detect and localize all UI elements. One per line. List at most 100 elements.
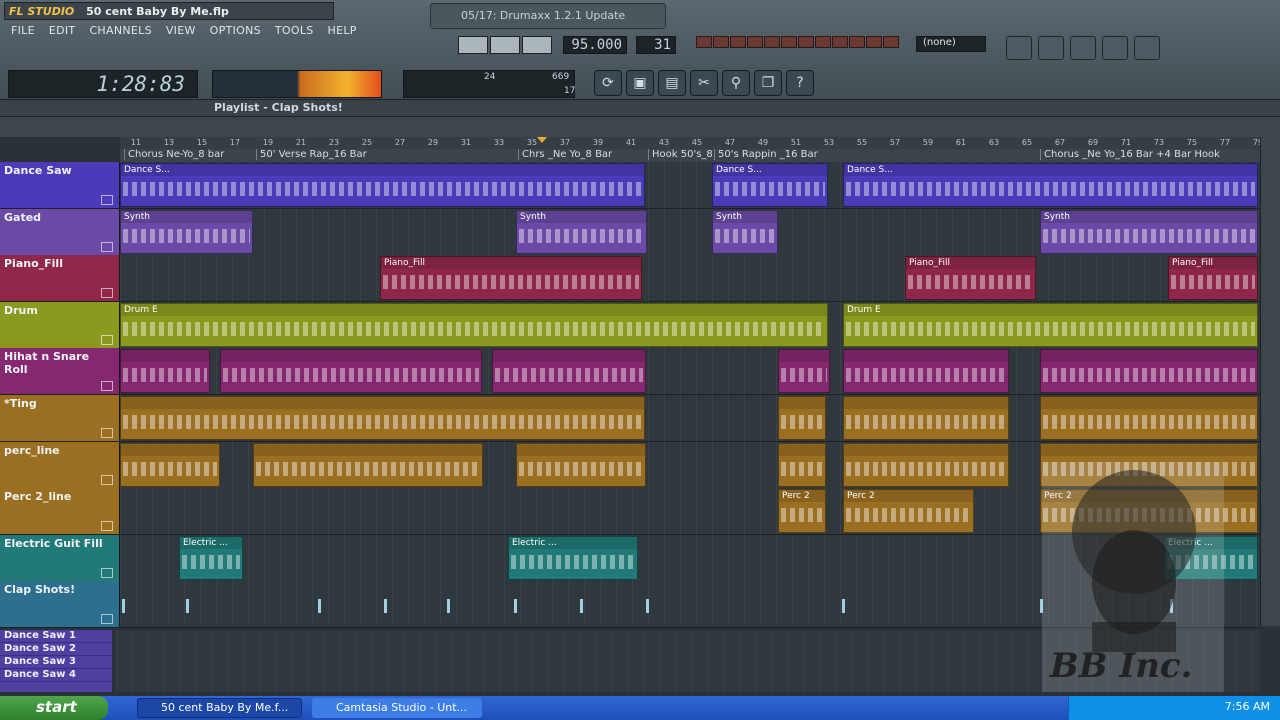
option-button[interactable] [730,36,746,48]
pattern-clip[interactable] [843,349,1009,394]
pattern-clip[interactable]: Synth [1040,209,1258,254]
pause-button[interactable] [458,36,488,54]
pattern-clip[interactable]: Dance S... [120,163,645,207]
track-name[interactable]: Dance Saw [0,162,120,208]
menu-channels[interactable]: CHANNELS [82,22,158,40]
pattern-clip[interactable]: Piano_Fill [1168,256,1258,301]
option-button[interactable] [849,36,865,48]
pattern-clip[interactable] [120,396,645,440]
pattern-clip[interactable]: Piano_Fill [905,256,1036,301]
clap-hit[interactable] [122,599,125,614]
pattern-clip[interactable]: Electric ... [179,535,243,580]
option-button[interactable] [815,36,831,48]
channel-name[interactable]: Dance Saw 2 [0,643,112,656]
record-button[interactable] [522,36,552,54]
copy-icon[interactable]: ❐ [754,70,782,96]
pattern-clip[interactable] [253,442,483,487]
print-icon[interactable]: ▤ [658,70,686,96]
pattern-clip[interactable]: Perc 2 [843,489,974,534]
pattern-clip[interactable] [843,442,1009,487]
snap-selector[interactable]: (none) [916,36,986,52]
mixer-route-icon[interactable] [101,381,113,392]
menu-tools[interactable]: TOOLS [268,22,321,40]
mixer-route-icon[interactable] [101,195,113,205]
refresh-icon[interactable]: ⟳ [594,70,622,96]
pattern-clip[interactable]: Dance S... [712,163,828,207]
menu-options[interactable]: OPTIONS [203,22,268,40]
start-button[interactable]: start [0,696,108,720]
taskbar-item-flstudio[interactable]: 50 cent Baby By Me.f... [137,698,302,718]
section-marker[interactable]: Chorus Ne-Yo_8 bar [124,149,224,160]
clap-hit[interactable] [580,599,583,614]
pattern-clip[interactable]: Drum E [843,302,1258,347]
track-name[interactable]: Drum [0,301,120,348]
track-grid[interactable]: Synth Synth Synth Synth [120,208,1260,255]
pattern-clip[interactable]: Synth [712,209,778,254]
pattern-clip[interactable] [120,442,220,487]
pattern-clip[interactable] [1040,396,1258,440]
pattern-clip[interactable] [843,396,1009,440]
mixer-route-icon[interactable] [101,614,113,625]
pattern-clip[interactable]: Synth [120,209,253,254]
track-name[interactable]: Clap Shots! [0,581,120,628]
clap-hit[interactable] [384,599,387,614]
clap-hit[interactable] [447,599,450,614]
clap-hit[interactable] [186,599,189,614]
stop-button[interactable] [490,36,520,54]
taskbar-item-camtasia[interactable]: Camtasia Studio - Unt... [312,698,482,718]
pattern-clip[interactable] [492,349,646,394]
menu-view[interactable]: VIEW [159,22,203,40]
section-marker[interactable]: Chorus _Ne Yo_16 Bar +4 Bar Hook [1040,149,1220,160]
option-button[interactable] [747,36,763,48]
search-icon[interactable]: ⚲ [722,70,750,96]
option-button[interactable] [883,36,899,48]
channel-name[interactable]: Dance Saw 3 [0,656,112,669]
track-name[interactable]: perc_line [0,441,120,488]
track-grid[interactable]: Dance S... Dance S... Dance S... [120,162,1260,208]
mixer-route-icon[interactable] [101,334,113,345]
clap-hit[interactable] [318,599,321,614]
pattern-clip[interactable]: Drum E [120,302,828,347]
pattern-clip[interactable]: Perc 2 [778,489,826,534]
mixer-route-icon[interactable] [101,428,113,438]
pattern-clip[interactable] [516,442,646,487]
option-button[interactable] [781,36,797,48]
pattern-clip[interactable]: Dance S... [843,163,1258,207]
option-button[interactable] [696,36,712,48]
pattern-clip[interactable] [778,396,826,440]
mixer-route-icon[interactable] [101,474,113,485]
track-grid[interactable] [120,348,1260,395]
track-grid[interactable]: Drum E Drum E [120,301,1260,348]
tempo-display[interactable]: 95.000 [563,36,627,54]
track-name[interactable]: *Ting [0,395,120,441]
vertical-scrollbar[interactable] [1260,137,1280,626]
channel-name[interactable]: Dance Saw 4 [0,669,112,682]
track-name[interactable]: Hihat n Snare Roll [0,348,120,395]
news-ticker[interactable]: 05/17: Drumaxx 1.2.1 Update [430,3,666,29]
pattern-clip[interactable] [120,349,210,394]
mixer-route-icon[interactable] [101,521,113,532]
help-icon[interactable]: ? [786,70,814,96]
clap-hit[interactable] [514,599,517,614]
clap-hit[interactable] [842,599,845,614]
mixer-button[interactable] [1134,36,1160,60]
track-name[interactable]: Electric Guit Fill [0,534,120,581]
section-marker[interactable]: Hook 50's_8 [648,149,713,160]
pattern-selector[interactable]: 31 [636,36,676,54]
mixer-route-icon[interactable] [101,567,113,578]
pattern-clip[interactable]: Synth [516,209,647,254]
bar-ruler[interactable]: 11 13 15 17 19 21 23 25 27 29 31 33 35 37 39 41 43 45 47 49… [120,137,1280,149]
song-position-marker[interactable] [537,137,547,143]
track-grid[interactable] [120,395,1260,441]
playlist-window-button[interactable] [1006,36,1032,60]
option-button[interactable] [713,36,729,48]
pattern-clip[interactable]: Piano_Fill [380,256,642,301]
option-button[interactable] [832,36,848,48]
menu-edit[interactable]: EDIT [42,22,83,40]
cut-icon[interactable]: ✂ [690,70,718,96]
playlist-scroll-row[interactable] [0,117,1280,137]
track-name[interactable]: Gated [0,208,120,255]
track-name[interactable]: Perc 2_line [0,488,120,535]
pattern-clip[interactable]: Electric ... [508,535,638,580]
option-button[interactable] [764,36,780,48]
